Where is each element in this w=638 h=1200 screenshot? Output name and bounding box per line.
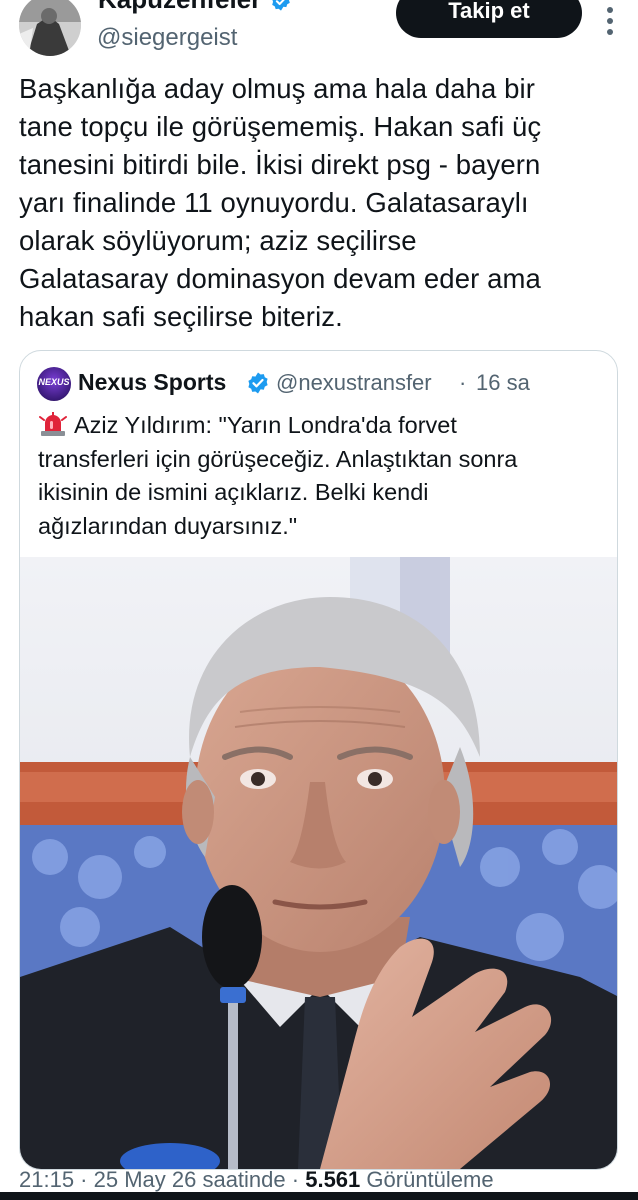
tweet-text: Başkanlığa aday olmuş ama hala daha bir … (19, 70, 624, 336)
views-label: Görüntüleme (366, 1167, 494, 1192)
tweet-text-line: yarı finalinde 11 oynuyordu. Galatasaray… (19, 187, 529, 218)
avatar-photo (19, 0, 81, 56)
tweet-text-line: Galatasaray dominasyon devam eder ama (19, 263, 541, 294)
quoted-tweet-line: transferleri için görüşeceğiz. Anlaştıkt… (38, 445, 518, 472)
verified-badge-icon (272, 0, 290, 11)
quoted-tweet-text: Aziz Yıldırım: "Yarın Londra'da forvet t… (38, 409, 608, 543)
author-avatar[interactable] (19, 0, 81, 56)
tweet-detail-page: Kapuzenfeier @siegergeist Takip et Başka… (0, 0, 638, 1200)
tweet-meta: 21:15 · 25 May 26 saatinde · 5.561 Görün… (19, 1167, 494, 1193)
quoted-media-photo[interactable] (20, 557, 617, 1169)
quoted-author-avatar[interactable]: NEXUS (37, 367, 71, 401)
quoted-author-handle[interactable]: @nexustransfer (276, 370, 432, 396)
tweet-text-line: olarak söylüyorum; aziz seçilirse (19, 225, 417, 256)
tweet-text-line: hakan safi seçilirse biteriz. (19, 301, 343, 332)
quoted-tweet-line: ağızlarından duyarsınız." (38, 512, 298, 539)
quoted-timestamp[interactable]: 16 sa (476, 370, 530, 396)
quoted-tweet-card[interactable]: NEXUS Nexus Sports @nexustransfer · 16 s… (19, 350, 618, 1170)
bottom-divider (0, 1192, 638, 1200)
author-display-name[interactable]: Kapuzenfeier (98, 0, 261, 15)
quoted-tweet-line: Aziz Yıldırım: "Yarın Londra'da forvet (74, 412, 457, 438)
press-conference-photo (20, 557, 617, 1169)
author-handle[interactable]: @siegergeist (97, 24, 237, 52)
quoted-author-name[interactable]: Nexus Sports (78, 369, 226, 396)
tweet-text-line: tane topçu ile görüşememiş. Hakan safi ü… (19, 111, 542, 142)
tweet-text-line: Başkanlığa aday olmuş ama hala daha bir (19, 73, 536, 104)
tweet-text-line: tanesini bitirdi bile. İkisi direkt psg … (19, 149, 541, 180)
quoted-avatar-logo: NEXUS (38, 377, 70, 387)
meta-separator: · (285, 1167, 306, 1192)
tweet-time[interactable]: 21:15 (19, 1167, 74, 1192)
rotating-light-icon (39, 412, 67, 436)
tweet-date[interactable]: 25 May 26 saatinde (94, 1167, 286, 1192)
views-count: 5.561 (305, 1167, 361, 1192)
verified-badge-icon (248, 372, 268, 394)
more-dots-icon[interactable] (595, 6, 625, 36)
meta-separator: · (74, 1167, 94, 1192)
follow-button[interactable]: Takip et (396, 0, 582, 38)
quoted-separator: · (459, 370, 467, 395)
quoted-tweet-line: ikisinin de ismini açıklarız. Belki kend… (38, 479, 429, 505)
